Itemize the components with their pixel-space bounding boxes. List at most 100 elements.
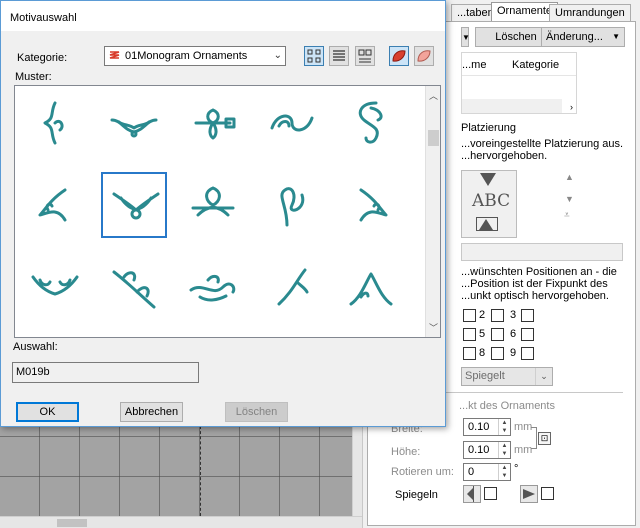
dialog-title: Motivauswahl	[1, 1, 445, 31]
list-view-button[interactable]	[329, 46, 349, 66]
pattern-label: Muster:	[15, 71, 52, 83]
hoop-grid[interactable]	[0, 426, 352, 516]
tab-ornamente[interactable]: Ornamente	[491, 2, 559, 21]
position-description-line: ...Position ist der Fixpunkt des	[461, 278, 608, 290]
details-view-button[interactable]	[355, 46, 375, 66]
large-icons-view-button[interactable]	[304, 46, 324, 66]
outline-view-button[interactable]	[414, 46, 434, 66]
chevron-down-icon: ⌄	[535, 368, 552, 385]
ornament-corner-left-icon	[43, 101, 64, 145]
position-6-checkbox[interactable]	[521, 328, 534, 341]
scrollbar-thumb[interactable]	[57, 519, 87, 527]
position-description-line: ...unkt optisch hervorgehoben.	[461, 290, 609, 302]
category-select[interactable]: 01Monogram Ornaments ⌄	[104, 46, 286, 66]
rotate-spinner[interactable]: 0 ▲ ▼	[463, 463, 511, 481]
pattern-cell[interactable]	[338, 172, 404, 238]
position-label: 3	[510, 309, 517, 321]
rotate-unit: °	[514, 463, 519, 475]
pattern-cell[interactable]	[259, 254, 325, 320]
position-4-checkbox[interactable]	[463, 328, 476, 341]
ornament-scroll-icon	[358, 101, 383, 144]
position-7-checkbox[interactable]	[463, 347, 476, 360]
pattern-cell[interactable]	[259, 90, 325, 156]
position-1-checkbox[interactable]	[463, 309, 476, 322]
pattern-cell[interactable]	[22, 172, 88, 238]
dropdown-button-partial[interactable]: ▼	[461, 27, 470, 47]
mirror-mode-select[interactable]: Spiegelt ⌄	[461, 367, 553, 386]
position-label: 8	[479, 347, 486, 359]
mirror-label: Spiegeln	[395, 489, 438, 501]
position-label: 2	[479, 309, 486, 321]
scrollbar-thumb[interactable]	[428, 130, 439, 146]
spinner-arrows-icon[interactable]: ▲ ▼	[498, 442, 510, 458]
ornament-fleur-icon	[194, 108, 236, 140]
workspace-vertical-scrollbar[interactable]	[352, 426, 362, 516]
ornament-wing-left-icon	[38, 188, 67, 222]
ornament-leaf-arc-icon	[31, 275, 79, 296]
workspace-horizontal-scrollbar[interactable]	[0, 516, 362, 528]
selection-field[interactable]: M019b	[12, 362, 199, 383]
chevron-down-icon: ▼	[462, 33, 470, 42]
selection-label: Auswahl:	[13, 341, 58, 353]
ornament-swag-icon	[110, 118, 158, 138]
pattern-gallery-scrollbar[interactable]: ︿ ﹀	[425, 86, 440, 337]
pattern-cell[interactable]	[338, 90, 404, 156]
height-unit: mm	[514, 444, 533, 456]
position-2-checkbox[interactable]	[491, 309, 504, 322]
pattern-cell[interactable]	[180, 172, 246, 238]
tab-umrandungen[interactable]: Umrandungen	[549, 4, 631, 21]
preview-scroll-end-icon[interactable]: ⩡	[564, 210, 570, 221]
pattern-cell[interactable]	[259, 172, 325, 238]
placement-preview[interactable]: ABC	[461, 170, 517, 238]
preview-scroll-down-icon[interactable]: ▼	[565, 194, 574, 204]
width-spinner[interactable]: 0.10 ▲ ▼	[463, 418, 511, 436]
pattern-cell[interactable]	[180, 90, 246, 156]
ornament-curve-stroke-icon	[277, 268, 309, 306]
preview-scroll-up-icon[interactable]: ▲	[565, 172, 574, 182]
position-3-checkbox[interactable]	[521, 309, 534, 322]
position-9-checkbox[interactable]	[521, 347, 534, 360]
change-button[interactable]: Änderung... ▼	[541, 27, 625, 47]
chevron-right-icon[interactable]: ›	[570, 102, 573, 112]
placement-description-line: ...voreingestellte Platzierung aus.	[461, 138, 624, 150]
mirror-vertical-icon[interactable]	[463, 485, 481, 503]
ornament-wings-selected-icon	[112, 192, 160, 220]
stitch-color-view-button[interactable]	[389, 46, 409, 66]
list-column-name[interactable]: ...me	[462, 59, 486, 71]
pattern-gallery[interactable]	[14, 85, 441, 338]
cancel-button[interactable]: Abbrechen	[120, 402, 183, 422]
pattern-cell[interactable]	[338, 254, 404, 320]
lock-aspect-icon[interactable]: ⊡	[538, 432, 551, 445]
position-8-checkbox[interactable]	[491, 347, 504, 360]
pattern-cell[interactable]	[101, 172, 167, 238]
pattern-cell[interactable]	[101, 254, 167, 320]
pattern-cell[interactable]	[22, 90, 88, 156]
size-section-heading: ...kt des Ornaments	[459, 400, 555, 412]
mirror-vertical-checkbox[interactable]	[484, 487, 497, 500]
chevron-down-icon: ▼	[612, 32, 620, 41]
pattern-cell[interactable]	[180, 254, 246, 320]
ok-button[interactable]: OK	[16, 402, 79, 422]
chevron-up-icon[interactable]: ︿	[426, 89, 441, 102]
mirror-horizontal-icon[interactable]	[520, 485, 538, 503]
delete-button[interactable]: Löschen	[225, 402, 288, 422]
details-view-icon	[358, 49, 372, 63]
pattern-cell[interactable]	[101, 90, 167, 156]
list-view-icon	[333, 50, 345, 61]
height-spinner[interactable]: 0.10 ▲ ▼	[463, 441, 511, 459]
spinner-arrows-icon[interactable]: ▲ ▼	[498, 419, 510, 435]
pattern-cell[interactable]	[22, 254, 88, 320]
chevron-down-icon[interactable]: ﹀	[426, 321, 441, 334]
ornament-list[interactable]: ...me Kategorie ›	[461, 52, 577, 114]
list-column-category[interactable]: Kategorie	[512, 59, 559, 71]
position-label: 6	[510, 328, 517, 340]
spinner-arrows-icon[interactable]: ▲ ▼	[498, 464, 510, 480]
category-value: 01Monogram Ornaments	[125, 50, 248, 62]
mirror-horizontal-checkbox[interactable]	[541, 487, 554, 500]
position-label: 9	[510, 347, 517, 359]
list-horizontal-scrollbar[interactable]	[462, 99, 562, 113]
placement-description-line: ...hervorgehoben.	[461, 150, 548, 162]
position-5-checkbox[interactable]	[491, 328, 504, 341]
grid-view-icon	[307, 49, 321, 63]
preview-text: ABC	[472, 191, 511, 211]
